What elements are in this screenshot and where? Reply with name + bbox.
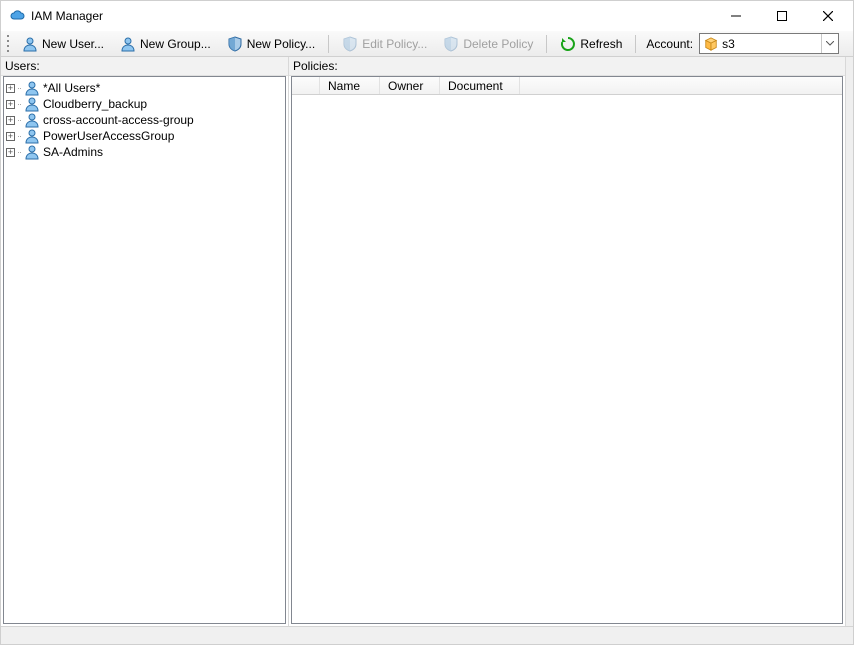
window-title: IAM Manager — [31, 9, 103, 23]
new-group-label: New Group... — [140, 37, 211, 51]
new-policy-button[interactable]: New Policy... — [220, 33, 322, 55]
titlebar: IAM Manager — [1, 1, 853, 31]
tree-expand-button[interactable]: + — [6, 116, 15, 125]
refresh-icon — [560, 36, 576, 52]
account-value: s3 — [722, 37, 735, 51]
delete-policy-button: Delete Policy — [436, 33, 540, 55]
tree-connector — [18, 104, 21, 105]
app-cloud-icon — [9, 8, 25, 24]
tree-expand-button[interactable]: + — [6, 132, 15, 141]
user-icon — [24, 128, 40, 144]
shield-icon — [227, 36, 243, 52]
policies-label: Policies: — [289, 57, 845, 76]
status-bar — [1, 626, 853, 644]
delete-policy-label: Delete Policy — [463, 37, 533, 51]
minimize-button[interactable] — [713, 1, 759, 31]
users-label: Users: — [1, 57, 288, 76]
tree-item[interactable]: + PowerUserAccessGroup — [6, 128, 283, 144]
refresh-label: Refresh — [580, 37, 622, 51]
tree-connector — [18, 152, 21, 153]
close-icon — [823, 11, 833, 21]
policies-table-header: Name Owner Document — [292, 77, 842, 95]
tree-item-label: cross-account-access-group — [43, 113, 194, 127]
tree-expand-button[interactable]: + — [6, 100, 15, 109]
cube-icon — [704, 37, 718, 51]
tree-item[interactable]: + cross-account-access-group — [6, 112, 283, 128]
edit-policy-button: Edit Policy... — [335, 33, 434, 55]
new-user-label: New User... — [42, 37, 104, 51]
minimize-icon — [731, 11, 741, 21]
user-icon — [24, 112, 40, 128]
refresh-button[interactable]: Refresh — [553, 33, 629, 55]
tree-item[interactable]: + SA-Admins — [6, 144, 283, 160]
users-pane: Users: + *All Users* + Cloudberry_backup + cr… — [1, 57, 289, 626]
policies-table-body[interactable]: Name Owner Document — [291, 76, 843, 624]
account-chevron-button[interactable] — [821, 34, 838, 53]
policies-col-name[interactable]: Name — [320, 77, 380, 94]
tree-connector — [18, 120, 21, 121]
users-tree[interactable]: + *All Users* + Cloudberry_backup + cross-acc… — [3, 76, 286, 624]
policies-table: Name Owner Document — [292, 77, 842, 95]
chevron-down-icon — [826, 41, 834, 46]
toolbar-separator — [546, 35, 547, 53]
toolbar-grip — [5, 35, 11, 53]
tree-expand-button[interactable]: + — [6, 148, 15, 157]
shield-icon — [443, 36, 459, 52]
tree-item-label: Cloudberry_backup — [43, 97, 147, 111]
maximize-button[interactable] — [759, 1, 805, 31]
tree-connector — [18, 88, 21, 89]
new-group-button[interactable]: New Group... — [113, 33, 218, 55]
toolbar: New User... New Group... New Policy... E… — [1, 31, 853, 57]
policies-pane: Policies: Name Owner Document — [289, 57, 846, 626]
tree-item[interactable]: + Cloudberry_backup — [6, 96, 283, 112]
group-icon — [120, 36, 136, 52]
close-button[interactable] — [805, 1, 851, 31]
tree-item-label: *All Users* — [43, 81, 100, 95]
policies-col-blank[interactable] — [292, 77, 320, 94]
tree-item-label: SA-Admins — [43, 145, 103, 159]
iam-manager-window: IAM Manager New User... New Group... — [0, 0, 854, 645]
maximize-icon — [777, 11, 787, 21]
user-icon — [24, 96, 40, 112]
tree-expand-button[interactable]: + — [6, 84, 15, 93]
account-select[interactable]: s3 — [699, 33, 839, 54]
policies-col-document[interactable]: Document — [440, 77, 520, 94]
toolbar-separator — [635, 35, 636, 53]
shield-icon — [342, 36, 358, 52]
user-icon — [22, 36, 38, 52]
tree-connector — [18, 136, 21, 137]
tree-item-label: PowerUserAccessGroup — [43, 129, 174, 143]
policies-col-spacer — [520, 77, 842, 94]
new-user-button[interactable]: New User... — [15, 33, 111, 55]
toolbar-separator — [328, 35, 329, 53]
new-policy-label: New Policy... — [247, 37, 315, 51]
content-area: Users: + *All Users* + Cloudberry_backup + cr… — [1, 57, 853, 626]
window-title-container: IAM Manager — [9, 8, 713, 24]
right-gutter — [846, 57, 853, 626]
account-label: Account: — [642, 37, 697, 51]
window-controls — [713, 1, 851, 31]
policies-col-owner[interactable]: Owner — [380, 77, 440, 94]
user-icon — [24, 80, 40, 96]
tree-item[interactable]: + *All Users* — [6, 80, 283, 96]
edit-policy-label: Edit Policy... — [362, 37, 427, 51]
user-icon — [24, 144, 40, 160]
